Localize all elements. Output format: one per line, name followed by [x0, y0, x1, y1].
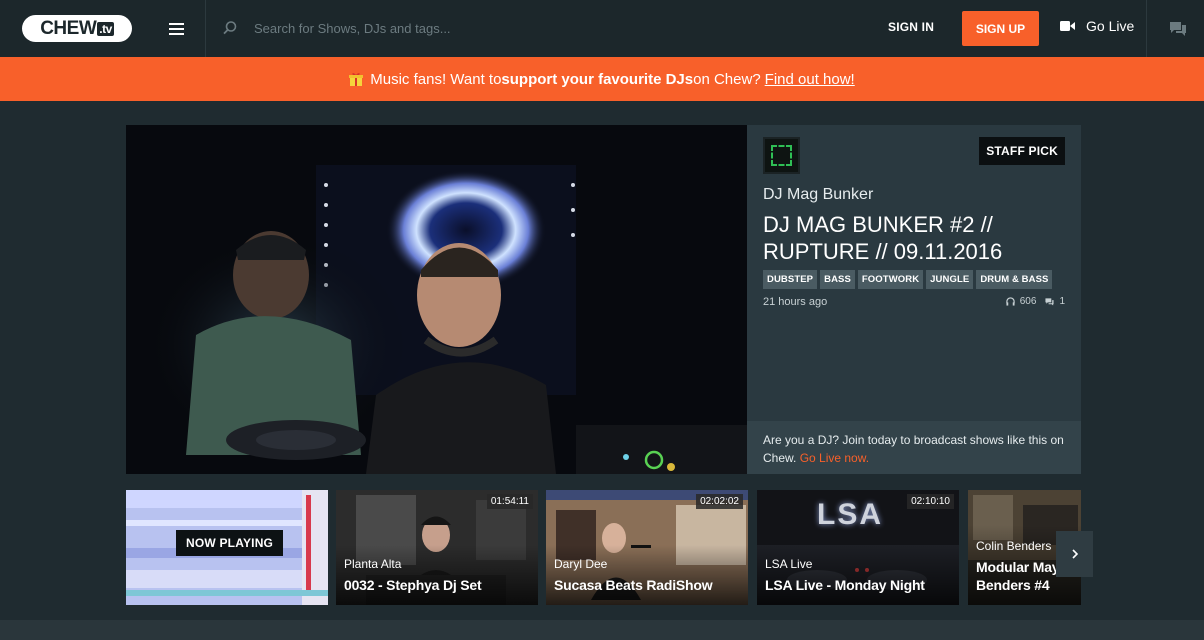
- staff-pick-badge: STAFF PICK: [979, 137, 1065, 165]
- lsa-logo-text: LSA: [817, 498, 883, 531]
- chat-icon[interactable]: [1168, 19, 1188, 39]
- tag-jungle[interactable]: JUNGLE: [926, 270, 974, 289]
- comment-icon: [1045, 298, 1054, 306]
- go-live-now-link[interactable]: Go Live now.: [800, 451, 869, 465]
- show-card[interactable]: 01:54:11 Planta Alta 0032 - Stephya Dj S…: [336, 490, 538, 605]
- featured-info-panel: STAFF PICK DJ Mag Bunker DJ MAG BUNKER #…: [747, 125, 1081, 474]
- gift-icon: [349, 73, 364, 86]
- find-out-how-link[interactable]: Find out how!: [765, 71, 855, 88]
- sign-up-button[interactable]: SIGN UP: [962, 11, 1039, 46]
- show-card-now-playing[interactable]: NOW PLAYING: [126, 490, 328, 605]
- time-ago: 21 hours ago: [763, 296, 828, 308]
- show-title: LSA Live - Monday Night: [765, 577, 925, 593]
- comment-count: 1: [1059, 296, 1065, 307]
- support-banner: Music fans! Want to support your favouri…: [0, 57, 1204, 101]
- tag-footwork[interactable]: FOOTWORK: [857, 270, 924, 289]
- hamburger-menu-icon[interactable]: [162, 16, 190, 42]
- logo-text: CHEW: [40, 17, 97, 39]
- featured-show: STAFF PICK DJ Mag Bunker DJ MAG BUNKER #…: [126, 125, 1081, 474]
- show-dj-name: Colin Benders: [976, 539, 1052, 553]
- search-icon: [223, 21, 237, 35]
- show-dj-name: Planta Alta: [344, 557, 402, 571]
- header-divider: [1146, 0, 1147, 57]
- show-carousel: NOW PLAYING 01:54:11 Planta Alta 0032 - …: [126, 490, 1081, 605]
- chevron-right-icon: [1071, 549, 1078, 559]
- dj-avatar[interactable]: [763, 137, 800, 174]
- show-title: 0032 - Stephya Dj Set: [344, 577, 482, 593]
- carousel-next-button[interactable]: [1056, 531, 1093, 577]
- show-title-line2: Benders #4: [976, 577, 1050, 593]
- banner-text-end: on Chew?: [693, 70, 761, 88]
- featured-video-player[interactable]: [126, 125, 747, 474]
- show-stats: 606 1: [1006, 296, 1065, 307]
- featured-video-frame: [126, 125, 747, 474]
- chew-logo[interactable]: CHEW .tv: [22, 15, 132, 42]
- logo-tv-text: .tv: [97, 21, 114, 36]
- featured-dj-name[interactable]: DJ Mag Bunker: [763, 186, 873, 204]
- go-live-button[interactable]: Go Live: [1060, 18, 1134, 34]
- tag-bass[interactable]: BASS: [820, 270, 855, 289]
- header-divider: [205, 0, 206, 57]
- next-section-strip: [0, 620, 1204, 640]
- now-playing-badge: NOW PLAYING: [176, 530, 284, 556]
- video-camera-icon: [1060, 21, 1075, 31]
- show-duration: 01:54:11: [486, 494, 533, 509]
- show-duration: 02:10:10: [907, 494, 954, 509]
- show-dj-name: LSA Live: [765, 557, 813, 571]
- headphones-icon: [1006, 297, 1015, 306]
- banner-bold-text: support your favourite DJs: [501, 70, 694, 88]
- search-input[interactable]: [246, 14, 646, 42]
- show-dj-name: Daryl Dee: [554, 557, 608, 571]
- show-title: Sucasa Beats RadiShow: [554, 577, 713, 593]
- show-card[interactable]: 02:02:02 Daryl Dee Sucasa Beats RadiShow: [546, 490, 748, 605]
- go-live-label: Go Live: [1086, 18, 1135, 34]
- top-header: CHEW.tv SIGN IN SIGN UP Go Live: [0, 0, 1204, 57]
- dj-signup-cta: Are you a DJ? Join today to broadcast sh…: [747, 421, 1081, 474]
- show-duration: 02:02:02: [696, 494, 743, 509]
- tag-list: DUBSTEP BASS FOOTWORK JUNGLE DRUM & BASS: [763, 270, 1053, 289]
- banner-text: Music fans! Want to: [370, 70, 502, 88]
- tag-dubstep[interactable]: DUBSTEP: [763, 270, 818, 289]
- sign-in-button[interactable]: SIGN IN: [888, 20, 934, 34]
- listen-count: 606: [1019, 296, 1037, 307]
- tag-drum-and-bass[interactable]: DRUM & BASS: [976, 270, 1053, 289]
- show-card[interactable]: LSA 02:10:10 LSA Live LSA Live - Monday …: [757, 490, 959, 605]
- featured-show-title[interactable]: DJ MAG BUNKER #2 // RUPTURE // 09.11.201…: [763, 211, 1063, 265]
